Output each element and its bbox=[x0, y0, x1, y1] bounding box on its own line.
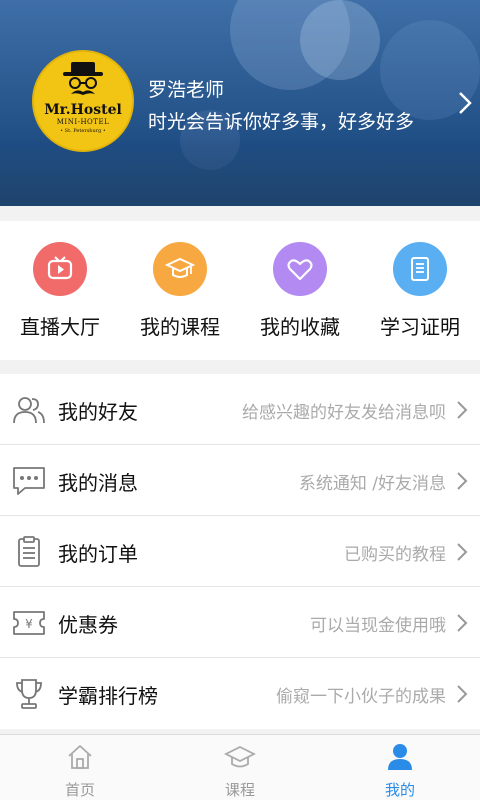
chevron-right-icon bbox=[457, 543, 468, 561]
menu-item-coupons[interactable]: ¥ 优惠券 可以当现金使用哦 bbox=[0, 587, 480, 658]
live-tv-icon bbox=[33, 242, 87, 296]
tab-courses[interactable]: 课程 bbox=[160, 735, 320, 800]
profile-header[interactable]: Mr.Hostel MINI-HOTEL • St. Petersburg • … bbox=[0, 0, 480, 206]
quick-action-live-hall[interactable]: 直播大厅 bbox=[0, 221, 120, 360]
tab-label: 课程 bbox=[224, 781, 255, 799]
chevron-right-icon[interactable] bbox=[455, 90, 475, 116]
person-icon bbox=[384, 741, 416, 773]
graduation-cap-icon bbox=[153, 242, 207, 296]
home-icon bbox=[64, 741, 96, 773]
quick-action-label: 我的课程 bbox=[140, 315, 220, 339]
svg-text:¥: ¥ bbox=[25, 617, 33, 631]
quick-action-label: 学习证明 bbox=[380, 315, 460, 339]
menu-item-hint: 给感兴趣的好友发给消息呗 bbox=[242, 403, 446, 423]
quick-action-label: 直播大厅 bbox=[20, 315, 100, 339]
logo-title: Mr.Hostel bbox=[44, 102, 122, 118]
chevron-right-icon bbox=[457, 614, 468, 632]
avatar[interactable]: Mr.Hostel MINI-HOTEL • St. Petersburg • bbox=[32, 50, 134, 152]
tab-label: 我的 bbox=[384, 781, 415, 799]
certificate-icon bbox=[393, 242, 447, 296]
menu-item-hint: 系统通知 /好友消息 bbox=[298, 474, 446, 494]
menu-item-title: 我的好友 bbox=[58, 400, 138, 424]
chevron-right-icon bbox=[457, 685, 468, 703]
logo-subtitle: MINI-HOTEL bbox=[56, 118, 110, 126]
menu-item-title: 学霸排行榜 bbox=[58, 684, 158, 708]
bottom-tab-bar: 首页 课程 我的 bbox=[0, 734, 480, 800]
hat-glasses-mustache-icon bbox=[63, 62, 103, 95]
menu-item-leaderboard[interactable]: 学霸排行榜 偷窥一下小伙子的成果 bbox=[0, 658, 480, 729]
tab-label: 首页 bbox=[64, 781, 95, 799]
quick-action-favorites[interactable]: 我的收藏 bbox=[240, 221, 360, 360]
menu-item-hint: 已购买的教程 bbox=[344, 545, 446, 565]
order-icon bbox=[11, 534, 47, 570]
quick-actions: 直播大厅 我的课程 我的收藏 学习证明 bbox=[0, 221, 480, 360]
menu-item-title: 我的订单 bbox=[58, 542, 138, 566]
heart-icon bbox=[273, 242, 327, 296]
header-background-light bbox=[300, 0, 380, 80]
graduation-cap-icon bbox=[224, 741, 256, 773]
menu-item-friends[interactable]: 我的好友 给感兴趣的好友发给消息呗 bbox=[0, 374, 480, 445]
menu-item-messages[interactable]: 我的消息 系统通知 /好友消息 bbox=[0, 445, 480, 516]
menu-item-hint: 偷窥一下小伙子的成果 bbox=[276, 687, 446, 707]
coupon-icon: ¥ bbox=[11, 605, 47, 641]
message-icon bbox=[11, 463, 47, 499]
quick-action-certificate[interactable]: 学习证明 bbox=[360, 221, 480, 360]
menu-item-title: 优惠券 bbox=[58, 613, 118, 637]
menu-item-hint: 可以当现金使用哦 bbox=[310, 616, 446, 636]
quick-action-my-courses[interactable]: 我的课程 bbox=[120, 221, 240, 360]
menu-list: 我的好友 给感兴趣的好友发给消息呗 我的消息 系统通知 /好友消息 我的订单 已… bbox=[0, 374, 480, 729]
quick-action-label: 我的收藏 bbox=[260, 315, 340, 339]
tab-home[interactable]: 首页 bbox=[0, 735, 160, 800]
chevron-right-icon bbox=[457, 401, 468, 419]
logo-location: • St. Petersburg • bbox=[60, 128, 106, 134]
tab-me[interactable]: 我的 bbox=[320, 735, 480, 800]
menu-item-orders[interactable]: 我的订单 已购买的教程 bbox=[0, 516, 480, 587]
user-motto: 时光会告诉你好多事，好多好多 bbox=[148, 111, 415, 133]
menu-item-title: 我的消息 bbox=[58, 471, 138, 495]
trophy-icon bbox=[11, 676, 47, 712]
friends-icon bbox=[11, 392, 47, 428]
user-name: 罗浩老师 bbox=[148, 79, 225, 101]
chevron-right-icon bbox=[457, 472, 468, 490]
